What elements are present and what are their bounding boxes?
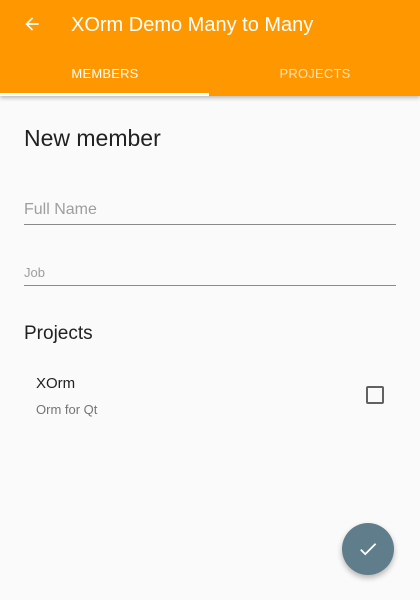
- job-field: [24, 262, 396, 286]
- project-list-item[interactable]: XOrm Orm for Qt: [0, 366, 420, 426]
- app-title: XOrm Demo Many to Many: [71, 14, 314, 36]
- job-input[interactable]: [24, 262, 396, 282]
- tab-members-label: MEMBERS: [71, 65, 139, 81]
- back-button[interactable]: [14, 6, 50, 42]
- tab-members[interactable]: MEMBERS: [0, 50, 210, 96]
- toolbar: XOrm Demo Many to Many: [0, 0, 420, 50]
- tab-indicator: [0, 93, 209, 96]
- project-name: XOrm: [36, 375, 76, 392]
- app-bar: XOrm Demo Many to Many MEMBERS PROJECTS: [0, 0, 420, 96]
- projects-section-title: Projects: [24, 323, 93, 344]
- tab-projects-label: PROJECTS: [279, 65, 351, 81]
- project-checkbox[interactable]: [366, 386, 384, 404]
- save-fab-button[interactable]: [342, 523, 394, 575]
- page-heading: New member: [24, 125, 161, 151]
- arrow-left-icon: [25, 17, 39, 31]
- tab-bar: MEMBERS PROJECTS: [0, 50, 420, 96]
- tab-projects[interactable]: PROJECTS: [210, 50, 420, 96]
- full-name-underline: [24, 224, 396, 225]
- full-name-field: [24, 198, 396, 226]
- project-description: Orm for Qt: [36, 402, 98, 417]
- check-icon: [360, 543, 377, 556]
- job-underline: [24, 285, 396, 286]
- full-name-input[interactable]: [24, 198, 396, 222]
